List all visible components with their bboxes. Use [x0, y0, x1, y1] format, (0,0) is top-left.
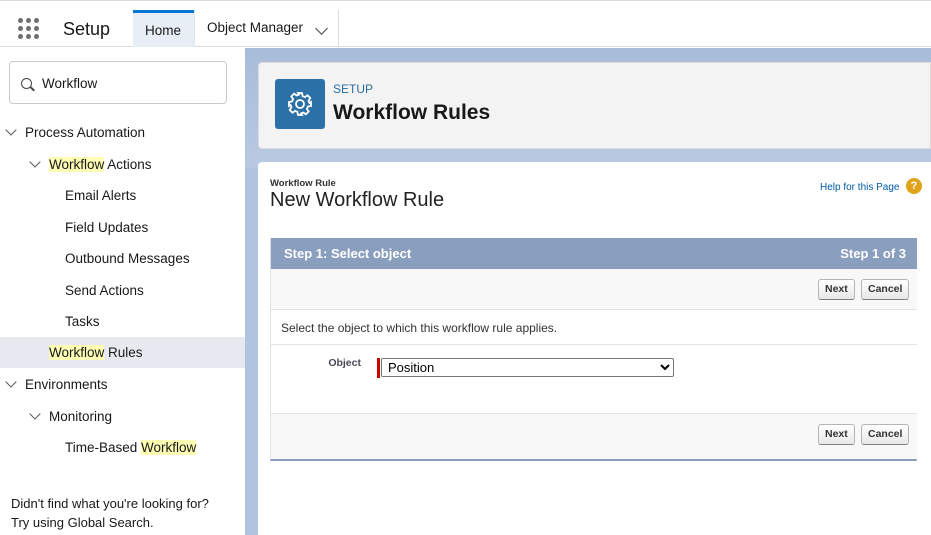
footer-line: Didn't find what you're looking for? — [11, 496, 209, 511]
search-highlight: Workflow — [49, 345, 105, 360]
tree-item-environments[interactable]: Environments — [0, 369, 245, 400]
label-rest: Rules — [104, 345, 143, 360]
object-label: Object — [328, 357, 361, 369]
chevron-down-icon[interactable] — [5, 376, 17, 388]
tree-item-send-actions[interactable]: Send Actions — [0, 275, 245, 306]
cancel-button[interactable]: Cancel — [861, 424, 910, 445]
instruction-row: Select the object to which this workflow… — [271, 309, 917, 345]
chevron-down-icon[interactable] — [29, 408, 41, 420]
quick-find-input[interactable] — [42, 74, 217, 92]
chevron-down-icon[interactable] — [315, 22, 328, 35]
tree-item-label: Tasks — [65, 314, 100, 329]
tab-home[interactable]: Home — [133, 10, 194, 47]
help-icon[interactable]: ? — [906, 178, 922, 194]
chevron-down-icon[interactable] — [29, 156, 41, 168]
top-button-row: Next Cancel — [271, 269, 917, 309]
tree-item-label: Environments — [25, 377, 108, 392]
tree-item-label: Email Alerts — [65, 188, 137, 203]
setup-sidebar: Process Automation Workflow Actions Emai… — [0, 48, 245, 535]
object-select[interactable]: Position — [381, 358, 674, 377]
tab-object-manager[interactable]: Object Manager — [194, 10, 339, 47]
tree-item-label: Time-Based Workflow — [65, 440, 197, 455]
step-header: Step 1: Select object Step 1 of 3 — [271, 238, 917, 269]
content-card: Workflow Rule New Workflow Rule Help for… — [258, 162, 931, 535]
label-rest: Actions — [104, 157, 152, 172]
cancel-button[interactable]: Cancel — [861, 279, 910, 300]
app-launcher-icon[interactable] — [18, 18, 40, 40]
tab-home-label: Home — [145, 23, 182, 38]
tree-item-label: Monitoring — [49, 409, 113, 424]
tree-item-time-based-workflow[interactable]: Time-Based Workflow — [0, 432, 245, 463]
tree-item-label: Workflow Rules — [49, 345, 143, 360]
header-eyebrow: SETUP — [333, 82, 374, 96]
search-icon — [21, 78, 32, 89]
tree-item-email-alerts[interactable]: Email Alerts — [0, 180, 245, 211]
next-button[interactable]: Next — [818, 424, 855, 445]
next-button[interactable]: Next — [818, 279, 855, 300]
instruction-text: Select the object to which this workflow… — [281, 321, 558, 335]
gear-icon — [288, 92, 312, 116]
bottom-button-row: Next Cancel — [271, 414, 917, 458]
step-panel: Step 1: Select object Step 1 of 3 Next C… — [270, 238, 917, 461]
tree-item-label: Workflow Actions — [49, 157, 152, 172]
setup-gear-tile — [275, 79, 325, 129]
label-prefix: Time-Based — [65, 440, 142, 455]
breadcrumb: Workflow Rule — [270, 178, 336, 189]
footer-line: Try using Global Search. — [11, 515, 154, 530]
search-highlight: Workflow — [49, 157, 105, 172]
tree-item-label: Send Actions — [65, 283, 144, 298]
global-nav-bar: Setup Home Object Manager — [0, 0, 931, 47]
app-name: Setup — [63, 19, 111, 39]
help-link[interactable]: Help for this Page — [820, 182, 900, 193]
object-field-row: Object Position — [271, 345, 917, 414]
search-highlight: Workflow — [141, 440, 197, 455]
page-header: SETUP Workflow Rules — [258, 62, 931, 149]
required-indicator — [377, 358, 380, 378]
tree-item-workflow-rules[interactable]: Workflow Rules — [0, 337, 245, 368]
tree-item-outbound-messages[interactable]: Outbound Messages — [0, 243, 245, 274]
chevron-down-icon[interactable] — [5, 124, 17, 136]
step-title: Step 1: Select object — [284, 246, 412, 261]
sidebar-footer: Didn't find what you're looking for? Try… — [11, 494, 209, 532]
tab-object-manager-label: Object Manager — [207, 20, 304, 35]
page-title: Workflow Rules — [333, 101, 491, 124]
step-count: Step 1 of 3 — [840, 246, 906, 261]
tree-item-field-updates[interactable]: Field Updates — [0, 212, 245, 243]
tree-item-label: Field Updates — [65, 220, 149, 235]
quick-find-box[interactable] — [9, 61, 227, 104]
tree-item-label: Process Automation — [25, 125, 146, 140]
tree-item-tasks[interactable]: Tasks — [0, 306, 245, 337]
tree-item-process-automation[interactable]: Process Automation — [0, 117, 245, 148]
form-title: New Workflow Rule — [270, 189, 445, 211]
tree-item-workflow-actions[interactable]: Workflow Actions — [0, 149, 245, 180]
tree-item-label: Outbound Messages — [65, 251, 190, 266]
tree-item-monitoring[interactable]: Monitoring — [0, 401, 245, 432]
